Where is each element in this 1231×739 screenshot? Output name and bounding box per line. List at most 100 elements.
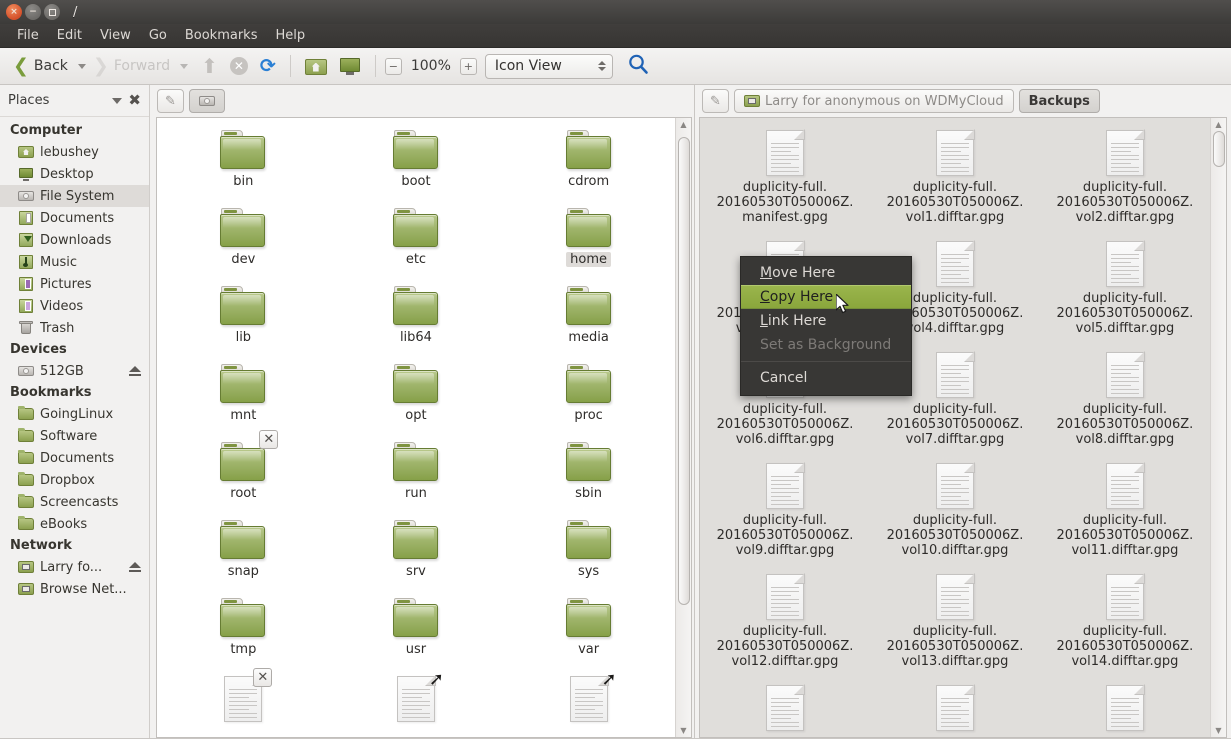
- file-item[interactable]: proc: [502, 364, 675, 442]
- up-button[interactable]: ⬆: [196, 53, 223, 79]
- file-item[interactable]: mnt: [157, 364, 330, 442]
- sidebar-item-software[interactable]: Software: [0, 425, 149, 447]
- forward-history-dropdown[interactable]: [180, 63, 189, 69]
- left-edit-location-button[interactable]: ✎: [157, 89, 184, 113]
- forward-button[interactable]: ❯ Forward: [88, 54, 175, 79]
- file-item[interactable]: lib: [157, 286, 330, 364]
- file-item[interactable]: boot: [330, 130, 503, 208]
- menu-bookmarks[interactable]: Bookmarks: [176, 26, 267, 45]
- sidebar-item-dropbox[interactable]: Dropbox: [0, 469, 149, 491]
- sidebar-item-512gb[interactable]: 512GB: [0, 360, 149, 382]
- file-item[interactable]: dev: [157, 208, 330, 286]
- right-edit-location-button[interactable]: ✎: [702, 89, 729, 113]
- scroll-up-icon[interactable]: ▲: [1215, 118, 1221, 131]
- left-scroll-thumb[interactable]: [678, 136, 690, 606]
- sidebar-item-trash[interactable]: Trash: [0, 317, 149, 339]
- file-item[interactable]: ➚: [502, 671, 675, 737]
- context-menu-item-cancel[interactable]: Cancel: [741, 366, 911, 390]
- zoom-out-button[interactable]: −: [384, 57, 402, 75]
- right-scroll-thumb[interactable]: [1213, 131, 1225, 167]
- scroll-up-icon[interactable]: ▲: [680, 118, 686, 131]
- file-item[interactable]: duplicity-full. 20160530T050006Z. vol14.…: [1040, 574, 1210, 685]
- file-item[interactable]: cdrom: [502, 130, 675, 208]
- stop-button[interactable]: ✕: [225, 54, 253, 78]
- back-history-dropdown[interactable]: [77, 63, 86, 69]
- back-button[interactable]: ❮ Back: [8, 54, 73, 79]
- sidebar-item-videos[interactable]: Videos: [0, 295, 149, 317]
- menu-help[interactable]: Help: [266, 26, 314, 45]
- right-breadcrumb-share[interactable]: Larry for anonymous on WDMyCloud: [734, 89, 1014, 113]
- file-item[interactable]: duplicity-full. 20160530T050006Z. vol11.…: [1040, 463, 1210, 574]
- eject-icon[interactable]: [129, 366, 141, 376]
- sidebar-item-larry-fo[interactable]: Larry fo...: [0, 556, 149, 578]
- file-item[interactable]: snap: [157, 520, 330, 598]
- file-item[interactable]: run: [330, 442, 503, 520]
- file-item[interactable]: media: [502, 286, 675, 364]
- eject-icon[interactable]: [129, 562, 141, 572]
- left-breadcrumb-filesystem[interactable]: [189, 89, 225, 113]
- file-item[interactable]: duplicity-full. 20160530T050006Z. vol2.d…: [1040, 130, 1210, 241]
- view-mode-select[interactable]: Icon View: [484, 53, 613, 79]
- left-vertical-scrollbar[interactable]: ▲ ▼: [675, 118, 691, 737]
- file-item[interactable]: home: [502, 208, 675, 286]
- file-item[interactable]: duplicity-full. 20160530T050006Z. vol12.…: [700, 574, 870, 685]
- file-item[interactable]: etc: [330, 208, 503, 286]
- sidebar-item-file-system[interactable]: File System: [0, 185, 149, 207]
- file-item[interactable]: duplicity-full. 20160530T050006Z. vol8.d…: [1040, 352, 1210, 463]
- search-button[interactable]: [627, 53, 649, 79]
- context-menu-item-link-here[interactable]: Link Here: [741, 309, 911, 333]
- computer-button[interactable]: [334, 54, 366, 79]
- sidebar-item-desktop[interactable]: Desktop: [0, 163, 149, 185]
- scroll-down-icon[interactable]: ▼: [680, 724, 686, 737]
- file-item[interactable]: [1040, 685, 1210, 737]
- chevron-down-icon[interactable]: [112, 97, 123, 104]
- file-item[interactable]: [700, 685, 870, 737]
- sidebar-item-documents[interactable]: Documents: [0, 447, 149, 469]
- sidebar-item-downloads[interactable]: Downloads: [0, 229, 149, 251]
- file-item[interactable]: opt: [330, 364, 503, 442]
- window-minimize-button[interactable]: −: [25, 4, 41, 20]
- menu-go[interactable]: Go: [140, 26, 176, 45]
- sidebar-item-screencasts[interactable]: Screencasts: [0, 491, 149, 513]
- menu-file[interactable]: File: [8, 26, 48, 45]
- menu-view[interactable]: View: [91, 26, 140, 45]
- sidebar-item-documents[interactable]: Documents: [0, 207, 149, 229]
- file-item[interactable]: srv: [330, 520, 503, 598]
- right-vertical-scrollbar[interactable]: ▲ ▼: [1210, 118, 1226, 737]
- file-item[interactable]: [870, 685, 1040, 737]
- reload-button[interactable]: ⟳: [255, 54, 281, 79]
- sidebar-item-lebushey[interactable]: lebushey: [0, 141, 149, 163]
- context-menu-item-move-here[interactable]: Move Here: [741, 261, 911, 285]
- file-item[interactable]: lib64: [330, 286, 503, 364]
- file-item[interactable]: duplicity-full. 20160530T050006Z. vol9.d…: [700, 463, 870, 574]
- window-maximize-button[interactable]: [44, 4, 60, 20]
- menu-edit[interactable]: Edit: [48, 26, 91, 45]
- home-button[interactable]: [300, 54, 332, 79]
- sidebar-item-ebooks[interactable]: eBooks: [0, 513, 149, 535]
- sidebar-item-pictures[interactable]: Pictures: [0, 273, 149, 295]
- right-scroll-track[interactable]: [1211, 131, 1226, 724]
- sidebar-item-browse-net[interactable]: Browse Net...: [0, 578, 149, 600]
- file-item[interactable]: duplicity-full. 20160530T050006Z. vol1.d…: [870, 130, 1040, 241]
- file-item[interactable]: ➚: [330, 671, 503, 737]
- file-item[interactable]: usr: [330, 598, 503, 676]
- zoom-in-button[interactable]: +: [459, 57, 477, 75]
- file-item[interactable]: duplicity-full. 20160530T050006Z. vol10.…: [870, 463, 1040, 574]
- file-item[interactable]: duplicity-full. 20160530T050006Z. vol13.…: [870, 574, 1040, 685]
- file-item[interactable]: sbin: [502, 442, 675, 520]
- file-item[interactable]: duplicity-full. 20160530T050006Z. manife…: [700, 130, 870, 241]
- scroll-down-icon[interactable]: ▼: [1215, 724, 1221, 737]
- sidebar-item-music[interactable]: Music: [0, 251, 149, 273]
- file-item[interactable]: bin: [157, 130, 330, 208]
- close-sidebar-icon[interactable]: ✖: [128, 93, 141, 108]
- sidebar-item-goinglinux[interactable]: GoingLinux: [0, 403, 149, 425]
- file-item[interactable]: sys: [502, 520, 675, 598]
- file-item[interactable]: ✕ root: [157, 430, 330, 520]
- file-item[interactable]: duplicity-full. 20160530T050006Z. vol5.d…: [1040, 241, 1210, 352]
- file-item[interactable]: ✕: [157, 668, 330, 737]
- file-item[interactable]: var: [502, 598, 675, 676]
- context-menu-item-copy-here[interactable]: Copy Here: [741, 285, 911, 309]
- right-breadcrumb-backups[interactable]: Backups: [1018, 89, 1100, 113]
- file-item[interactable]: tmp: [157, 598, 330, 676]
- left-scroll-track[interactable]: [676, 131, 691, 724]
